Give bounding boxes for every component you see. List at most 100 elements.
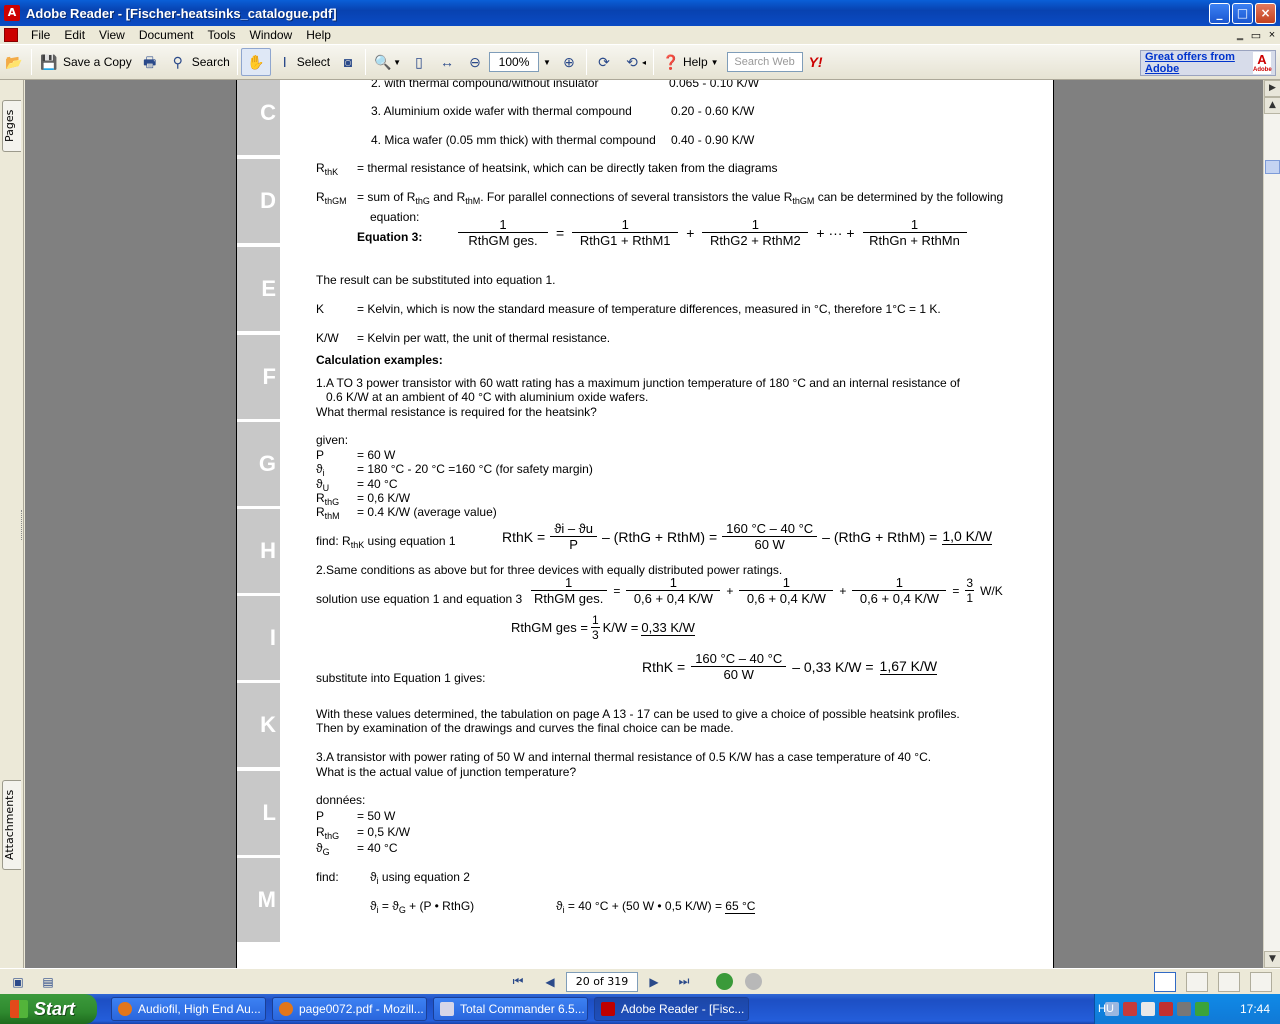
menu-document[interactable]: Document (132, 28, 201, 42)
doc-close-button[interactable]: × (1264, 29, 1280, 42)
document-properties-icon[interactable]: ▤ (38, 973, 58, 991)
operator: + (726, 583, 734, 598)
folder-icon: 📂 (5, 54, 23, 70)
denominator: RthGn + RthMn (869, 233, 960, 248)
facing-layout-icon[interactable] (1218, 971, 1240, 992)
actual-size-button[interactable]: ▯ (405, 48, 433, 76)
next-page-icon[interactable]: ▶ (644, 973, 664, 991)
chevron-down-icon: ▼ (710, 57, 719, 67)
task-button[interactable]: Adobe Reader - [Fisc... (594, 997, 749, 1021)
open-button[interactable]: 📂 (0, 48, 28, 76)
doc-restore-button[interactable]: ▭ (1248, 29, 1264, 42)
help-button[interactable]: ❓ Help ▼ (657, 48, 723, 76)
menu-tools[interactable]: Tools (201, 28, 243, 42)
numerator: 1 (862, 217, 967, 233)
adobe-offer-link[interactable]: Great offers from Adobe (1145, 51, 1253, 75)
pane-resize-handle[interactable] (21, 510, 24, 540)
rotate-button[interactable]: ⟳ (590, 48, 618, 76)
zoom-dropdown[interactable]: ▼ (539, 48, 555, 76)
attachments-tab[interactable]: Attachments (2, 780, 21, 870)
equation-3-label: Equation 3: (357, 230, 423, 244)
start-button[interactable]: Start (0, 994, 97, 1024)
scroll-down-arrow-icon[interactable]: ▼ (1264, 951, 1280, 968)
given-ti-value: = 180 °C - 20 °C =160 °C (for safety mar… (357, 462, 593, 476)
hand-tool-button[interactable]: ✋ (240, 48, 271, 76)
navigation-pane: Pages Attachments (0, 80, 24, 968)
index-tab-f: F (237, 335, 280, 419)
single-page-layout-icon[interactable] (1154, 971, 1176, 992)
search-button[interactable]: ⚲ Search (164, 48, 234, 76)
equation-word: equation: (370, 210, 420, 224)
zoom-in-tool-button[interactable]: 🔍 ▼ (369, 48, 405, 76)
print-button[interactable]: 🖶 (136, 48, 164, 76)
pages-tab[interactable]: Pages (2, 100, 21, 152)
donnees-rg-value: = 0,5 K/W (357, 825, 411, 839)
symbol-sub: G (322, 847, 330, 857)
clock[interactable]: 17:44 (1240, 1002, 1270, 1016)
menu-help[interactable]: Help (299, 28, 338, 42)
maximize-button[interactable]: □ (1232, 2, 1253, 24)
task-button[interactable]: page0072.pdf - Mozill... (272, 997, 427, 1021)
snapshot-button[interactable]: ◙ (334, 48, 362, 76)
scroll-up-arrow-icon[interactable]: ▲ (1264, 97, 1280, 114)
document-icon[interactable] (4, 28, 18, 42)
denominator: 0,6 + 0,4 K/W (633, 591, 713, 606)
operator: = (952, 583, 960, 598)
menu-bar: File Edit View Document Tools Window Hel… (0, 26, 1280, 44)
menu-file[interactable]: File (24, 28, 57, 42)
security-icon[interactable] (1159, 1002, 1173, 1016)
task-button[interactable]: Audiofil, High End Au... (111, 997, 266, 1021)
chevron-left-icon: ◂ (641, 57, 646, 67)
go-back-icon[interactable] (716, 973, 733, 990)
go-forward-icon[interactable] (745, 973, 762, 990)
menu-view[interactable]: View (92, 28, 132, 42)
zoom-out-button[interactable]: ⊖ (461, 48, 489, 76)
symbol-r: R (316, 161, 325, 175)
scrollbar-thumb[interactable] (1265, 160, 1280, 174)
continuous-layout-icon[interactable] (1186, 971, 1208, 992)
menu-window[interactable]: Window (243, 28, 300, 42)
previous-page-icon[interactable]: ◀ (540, 973, 560, 991)
doc-minimize-button[interactable]: ‗ (1232, 29, 1248, 42)
task-label: page0072.pdf - Mozill... (299, 1002, 424, 1016)
menu-edit[interactable]: Edit (57, 28, 92, 42)
chevron-down-icon[interactable]: ▼ (393, 58, 401, 67)
connection-icon[interactable] (1195, 1002, 1209, 1016)
volume-icon[interactable] (1141, 1002, 1155, 1016)
numerator: 3 (965, 576, 975, 591)
firefox-icon (118, 1002, 132, 1016)
zoom-in-button[interactable]: ⊕ (555, 48, 583, 76)
page-number-input[interactable]: 20 of 319 (566, 971, 638, 992)
toolbar-separator (585, 49, 587, 75)
scroll-right-arrow-icon[interactable]: ▶ (1264, 80, 1280, 97)
adobe-offer-banner[interactable]: Great offers from Adobe A Adobe (1140, 50, 1276, 76)
search-web-input[interactable]: Search Web (726, 52, 803, 72)
mdi-controls: ‗ ▭ × (1232, 29, 1280, 42)
rotate-ccw-button[interactable]: ⟲ ◂ (618, 48, 650, 76)
language-indicator[interactable]: HU (1098, 1003, 1114, 1015)
zoom-in-icon: ⊕ (563, 54, 575, 70)
fit-width-button[interactable]: ↔ (433, 48, 461, 76)
zoom-out-icon: ⊖ (469, 54, 481, 70)
symbol: ϑ (316, 462, 323, 476)
close-button[interactable]: × (1255, 2, 1276, 24)
operator: + (839, 583, 847, 598)
save-copy-button[interactable]: 💾 Save a Copy (35, 48, 136, 76)
fit-page-icon: ▯ (415, 54, 423, 70)
minimize-button[interactable]: _ (1209, 2, 1230, 24)
zoom-input[interactable]: 100% (489, 52, 540, 72)
first-page-icon[interactable]: ⏮ (508, 973, 528, 991)
continuous-facing-layout-icon[interactable] (1250, 971, 1272, 992)
shield-icon[interactable] (1123, 1002, 1137, 1016)
page-size-icon[interactable]: ▣ (8, 973, 28, 991)
last-page-icon[interactable]: ⏭ (674, 973, 694, 991)
fraction: 160 °C – 40 °C 60 W (691, 651, 787, 682)
task-button[interactable]: Total Commander 6.5... (433, 997, 588, 1021)
document-area[interactable]: C D E F G H I K L M 2. with thermal comp… (25, 80, 1263, 968)
yahoo-icon[interactable]: Y! (809, 54, 823, 70)
app-tray-icon[interactable] (1177, 1002, 1191, 1016)
select-tool-button[interactable]: Ⅰ Select (271, 48, 334, 76)
vertical-scrollbar[interactable]: ▶ ▲ ▼ (1263, 80, 1280, 968)
text-fragment: can be determined by the following (814, 190, 1004, 204)
fraction: 1 0,6 + 0,4 K/W (852, 575, 947, 606)
